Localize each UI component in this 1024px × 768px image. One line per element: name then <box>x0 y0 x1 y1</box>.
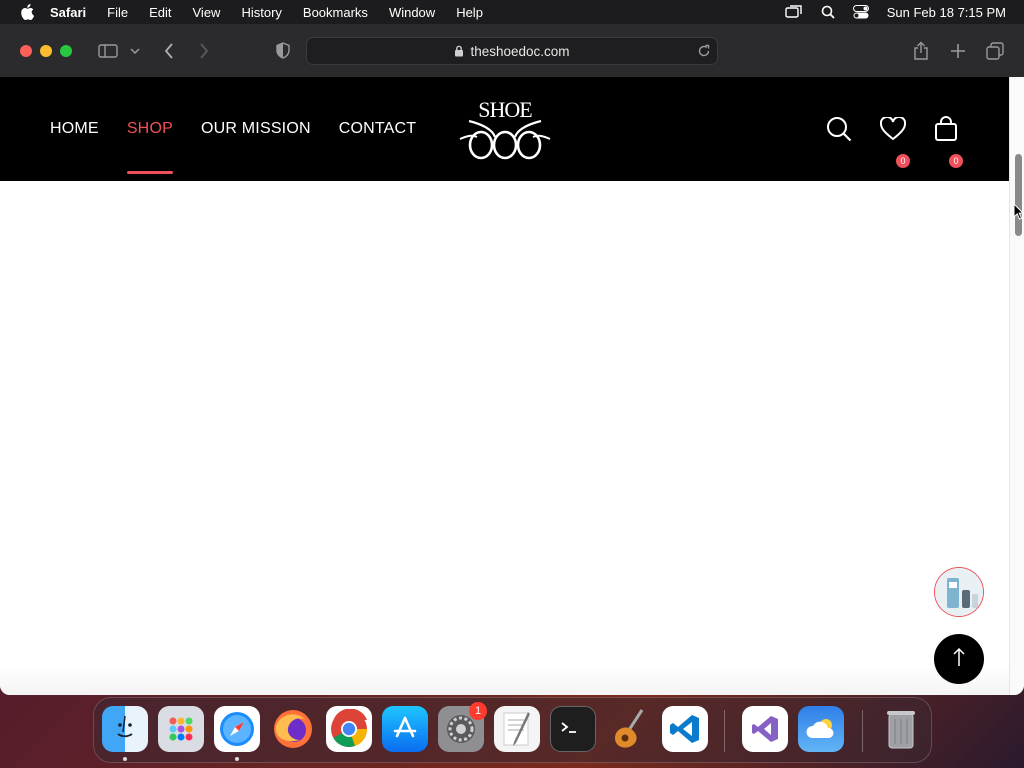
lock-icon <box>454 45 464 57</box>
menu-bookmarks[interactable]: Bookmarks <box>303 5 368 20</box>
reload-icon[interactable] <box>697 44 711 58</box>
textedit-icon[interactable] <box>494 706 540 752</box>
zoom-window-button[interactable] <box>60 44 72 57</box>
page-scrollbar[interactable] <box>1009 77 1024 695</box>
app-store-icon[interactable] <box>382 706 428 752</box>
menu-help[interactable]: Help <box>456 5 483 20</box>
safari-window: theshoedoc.com HOME SHOP OUR MISSION CON… <box>0 24 1024 695</box>
arrow-up-icon <box>952 647 966 672</box>
browser-toolbar: theshoedoc.com <box>0 24 1024 77</box>
garageband-icon[interactable] <box>606 706 652 752</box>
cart-count-badge: 0 <box>948 153 964 169</box>
share-icon[interactable] <box>911 24 931 77</box>
window-controls <box>20 44 72 57</box>
terminal-icon[interactable] <box>550 706 596 752</box>
firefox-icon[interactable] <box>270 706 316 752</box>
screen-mirroring-icon[interactable] <box>785 5 803 19</box>
menu-app-name[interactable]: Safari <box>50 5 86 20</box>
visual-studio-icon[interactable] <box>742 706 788 752</box>
tab-overview-icon[interactable] <box>985 24 1005 77</box>
nav-shop[interactable]: SHOP <box>126 120 174 174</box>
finder-icon[interactable] <box>102 706 148 752</box>
safari-dock-icon[interactable] <box>214 706 260 752</box>
menu-edit[interactable]: Edit <box>149 5 171 20</box>
new-tab-plus-icon[interactable] <box>948 24 968 77</box>
nav-our-mission[interactable]: OUR MISSION <box>201 120 311 138</box>
site-header: HOME SHOP OUR MISSION CONTACT SHOE 0 0 <box>0 77 1009 181</box>
chevron-down-icon[interactable] <box>128 24 142 77</box>
menu-file[interactable]: File <box>107 5 128 20</box>
menu-view[interactable]: View <box>193 5 221 20</box>
dock: 1 <box>93 697 932 763</box>
safari-running-indicator <box>235 757 239 761</box>
page-content <box>0 181 1009 695</box>
launchpad-icon[interactable] <box>158 706 204 752</box>
privacy-shield-icon[interactable] <box>273 24 293 77</box>
wishlist-count-badge: 0 <box>895 153 911 169</box>
nav-home[interactable]: HOME <box>50 120 99 138</box>
dock-separator <box>724 710 725 752</box>
logo-text: SHOE <box>478 97 532 122</box>
minimize-window-button[interactable] <box>40 44 52 57</box>
close-window-button[interactable] <box>20 44 32 57</box>
sidebar-toggle-icon[interactable] <box>96 24 120 77</box>
floating-product-thumbnail[interactable] <box>934 567 984 617</box>
back-arrow-icon[interactable] <box>160 24 178 77</box>
nav-contact[interactable]: CONTACT <box>339 120 417 138</box>
weather-icon[interactable] <box>798 706 844 752</box>
content-bottom-fade <box>0 665 1009 695</box>
finder-running-indicator <box>123 757 127 761</box>
site-nav: HOME SHOP OUR MISSION CONTACT <box>50 77 416 181</box>
address-bar[interactable]: theshoedoc.com <box>306 37 718 65</box>
back-to-top-button[interactable] <box>934 634 984 684</box>
settings-notification-badge: 1 <box>469 702 487 720</box>
dock-separator-2 <box>862 710 863 752</box>
url-text: theshoedoc.com <box>470 43 570 59</box>
menu-window[interactable]: Window <box>389 5 435 20</box>
trash-icon[interactable] <box>878 706 924 752</box>
control-center-icon[interactable] <box>852 5 869 19</box>
menu-bar: Safari File Edit View History Bookmarks … <box>0 0 1024 24</box>
search-icon[interactable] <box>826 77 852 181</box>
menu-history[interactable]: History <box>241 5 281 20</box>
chrome-icon[interactable] <box>326 706 372 752</box>
apple-menu-icon[interactable] <box>12 4 42 20</box>
menubar-clock[interactable]: Sun Feb 18 7:15 PM <box>887 5 1006 20</box>
site-logo[interactable]: SHOE <box>455 91 555 167</box>
mouse-cursor-icon <box>1013 202 1024 225</box>
vscode-icon[interactable] <box>662 706 708 752</box>
forward-arrow-icon[interactable] <box>195 24 213 77</box>
spotlight-search-icon[interactable] <box>821 5 835 19</box>
